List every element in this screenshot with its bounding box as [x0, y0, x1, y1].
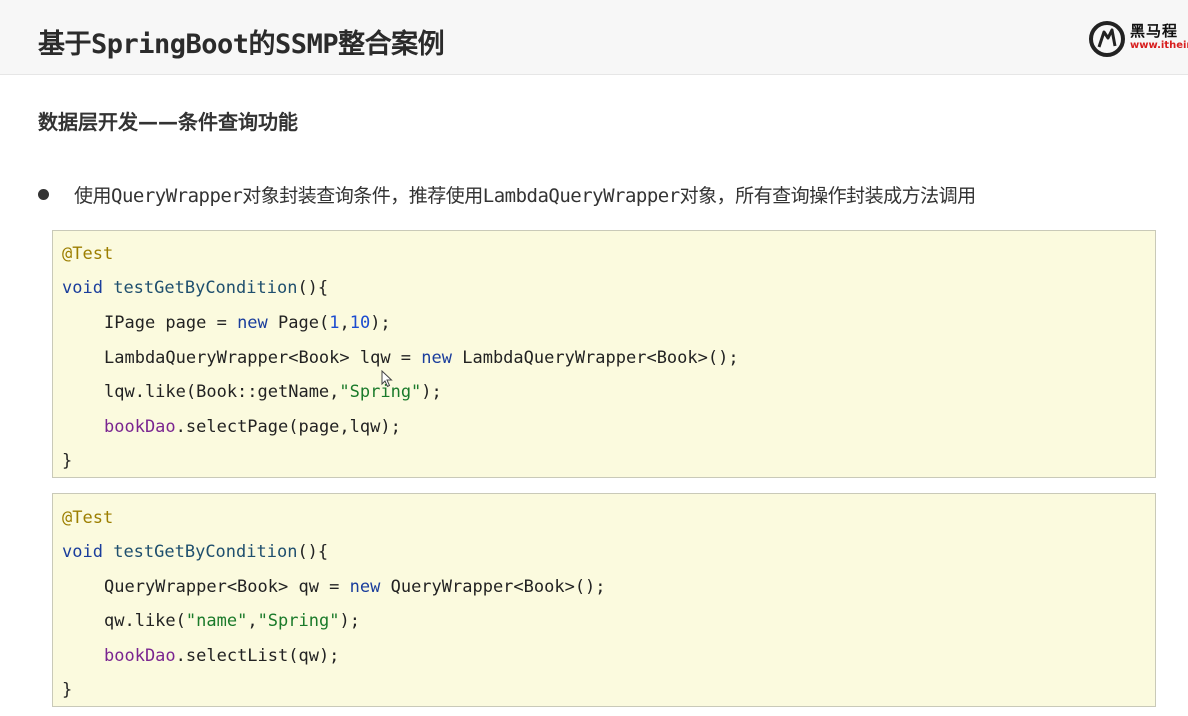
code-token: LambdaQueryWrapper<Book>(); — [452, 348, 739, 368]
code-token: ); — [421, 382, 442, 402]
section-subtitle: 数据层开发——条件查询功能 — [38, 110, 298, 134]
keyword-token: new — [421, 348, 452, 368]
code-token: , — [247, 611, 258, 631]
brand-logo: 黑马程 www.itheim — [1088, 18, 1188, 60]
code-line-signature: void testGetByCondition(){ — [62, 541, 328, 563]
code-token: (){ — [297, 542, 329, 562]
horse-logo-icon — [1089, 21, 1125, 57]
annotation-token: @Test — [62, 244, 114, 264]
code-line-close: } — [62, 680, 73, 700]
code-token: ); — [370, 313, 391, 333]
code-token: QueryWrapper<Book>(); — [380, 577, 606, 597]
code-token: , — [339, 313, 350, 333]
code-line-lqw: LambdaQueryWrapper<Book> lqw = new Lambd… — [104, 347, 739, 369]
bullet-text: 使用QueryWrapper对象封装查询条件，推荐使用LambdaQueryWr… — [74, 185, 976, 207]
string-token: "Spring" — [257, 611, 340, 631]
field-token: bookDao — [104, 646, 176, 666]
code-line-annotation: @Test — [62, 507, 113, 529]
number-token: 1 — [329, 313, 340, 333]
code-block-lambda: @Test void testGetByCondition(){ IPage p… — [52, 230, 1156, 478]
code-line-signature: void testGetByCondition(){ — [62, 277, 328, 299]
number-token: 10 — [349, 313, 371, 333]
keyword-token: new — [349, 577, 381, 597]
logo-url: www.itheim — [1130, 40, 1188, 51]
code-line-close: } — [62, 451, 73, 471]
method-name-token: testGetByCondition — [113, 278, 298, 298]
string-token: "name" — [185, 611, 248, 631]
code-token: IPage page = — [104, 313, 238, 333]
code-line-qw: QueryWrapper<Book> qw = new QueryWrapper… — [104, 576, 606, 598]
keyword-token: new — [237, 313, 268, 333]
code-token: (){ — [297, 278, 329, 298]
code-token: ); — [339, 611, 360, 631]
code-token: lqw.like(Book::getName, — [104, 382, 340, 402]
page-title: 基于SpringBoot的SSMP整合案例 — [38, 29, 445, 60]
code-token: .selectList(qw); — [175, 646, 340, 666]
code-token: .selectPage(page,lqw); — [175, 417, 401, 437]
code-line-annotation: @Test — [62, 243, 113, 265]
code-line-like: qw.like("name","Spring"); — [104, 610, 360, 632]
code-token: QueryWrapper<Book> qw = — [104, 577, 350, 597]
code-token: LambdaQueryWrapper<Book> lqw = — [104, 348, 422, 368]
code-line-page: IPage page = new Page(1,10); — [104, 312, 391, 334]
keyword-token: void — [62, 278, 103, 298]
annotation-token: @Test — [62, 508, 114, 528]
code-line-select-list: bookDao.selectList(qw); — [104, 645, 339, 667]
code-token: Page( — [267, 313, 330, 333]
code-block-query-wrapper: @Test void testGetByCondition(){ QueryWr… — [52, 493, 1156, 707]
field-token: bookDao — [104, 417, 176, 437]
slide-header: 基于SpringBoot的SSMP整合案例 黑马程 www.itheim — [0, 0, 1188, 75]
keyword-token: void — [62, 542, 103, 562]
method-name-token: testGetByCondition — [113, 542, 298, 562]
mouse-cursor-icon — [381, 370, 393, 388]
code-line-select-page: bookDao.selectPage(page,lqw); — [104, 416, 401, 438]
code-token: qw.like( — [104, 611, 186, 631]
logo-name: 黑马程 — [1130, 22, 1179, 40]
bullet-dot-icon — [38, 189, 49, 200]
